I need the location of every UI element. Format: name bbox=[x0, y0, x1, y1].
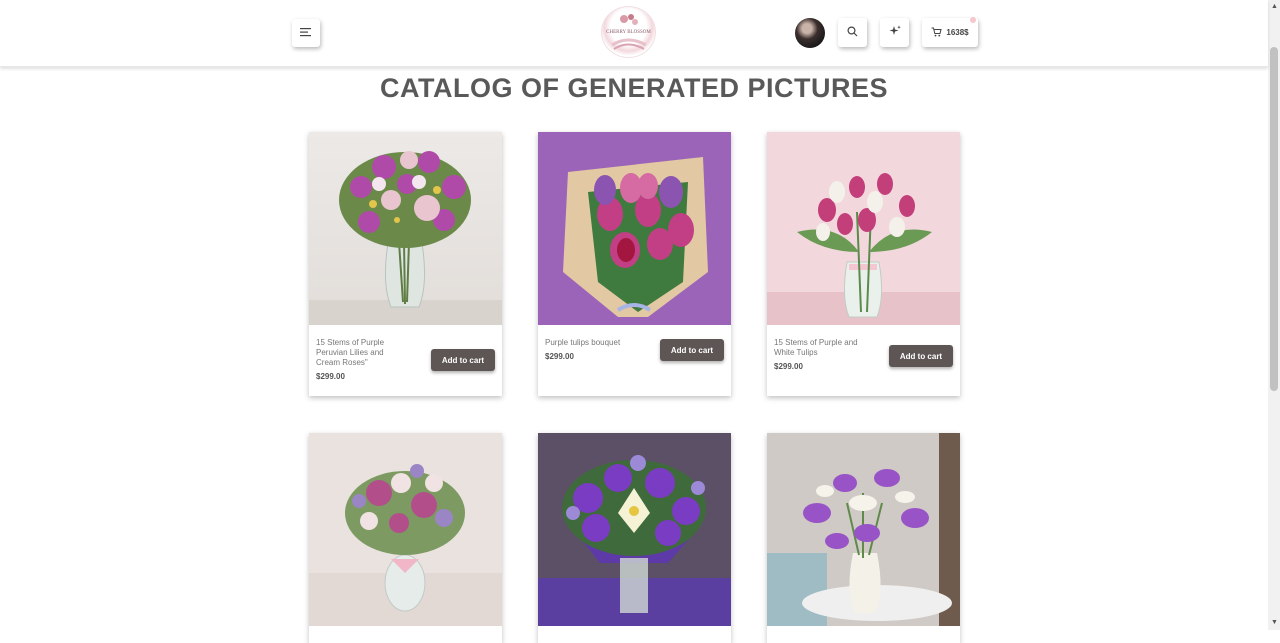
cart-badge bbox=[970, 17, 976, 23]
product-card[interactable] bbox=[538, 433, 731, 643]
product-image[interactable] bbox=[309, 132, 502, 325]
product-price: $299.00 bbox=[774, 362, 803, 371]
product-card[interactable] bbox=[309, 433, 502, 643]
product-name: 15 Stems of Purple Peruvian Lilies and C… bbox=[316, 338, 385, 367]
site-logo[interactable]: CHERRY BLOSSOM bbox=[601, 6, 656, 58]
product-image[interactable] bbox=[767, 132, 960, 325]
cart-button[interactable]: 1638$ bbox=[922, 17, 978, 47]
cart-total: 1638$ bbox=[946, 28, 969, 37]
logo-wordmark: CHERRY BLOSSOM bbox=[606, 30, 651, 35]
menu-icon bbox=[300, 24, 312, 42]
product-image[interactable] bbox=[767, 433, 960, 626]
product-card[interactable] bbox=[767, 433, 960, 643]
page-title: CATALOG OF GENERATED PICTURES bbox=[379, 73, 888, 103]
product-name: 15 Stems of Purple and White Tulips bbox=[774, 338, 858, 357]
search-icon bbox=[847, 24, 858, 42]
site-header: CHERRY BLOSSOM 1638$ bbox=[0, 0, 1268, 67]
menu-button[interactable] bbox=[292, 19, 320, 47]
cart-icon bbox=[931, 24, 943, 42]
generate-button[interactable] bbox=[880, 18, 909, 47]
product-card[interactable]: Purple tulips bouquet $299.00 Add to car… bbox=[538, 132, 731, 396]
page-scrollbar[interactable]: ▲ ▼ bbox=[1268, 0, 1280, 630]
product-card[interactable]: 15 Stems of Purple Peruvian Lilies and C… bbox=[309, 132, 502, 396]
add-to-cart-button[interactable]: Add to cart bbox=[660, 339, 724, 361]
add-to-cart-button[interactable]: Add to cart bbox=[431, 349, 495, 371]
product-price: $299.00 bbox=[316, 372, 345, 381]
sparkle-icon bbox=[889, 24, 901, 42]
scrollbar-thumb[interactable] bbox=[1270, 47, 1278, 391]
search-button[interactable] bbox=[838, 18, 867, 47]
product-name: Purple tulips bouquet bbox=[545, 338, 621, 347]
product-image[interactable] bbox=[309, 433, 502, 626]
scroll-down-arrow-icon[interactable]: ▼ bbox=[1271, 619, 1278, 626]
scroll-up-arrow-icon[interactable]: ▲ bbox=[1271, 3, 1278, 10]
product-image[interactable] bbox=[538, 433, 731, 626]
product-image[interactable] bbox=[538, 132, 731, 325]
add-to-cart-button[interactable]: Add to cart bbox=[889, 345, 953, 367]
product-card[interactable]: 15 Stems of Purple and White Tulips $299… bbox=[767, 132, 960, 396]
product-price: $299.00 bbox=[545, 352, 574, 361]
user-avatar[interactable] bbox=[795, 18, 825, 48]
